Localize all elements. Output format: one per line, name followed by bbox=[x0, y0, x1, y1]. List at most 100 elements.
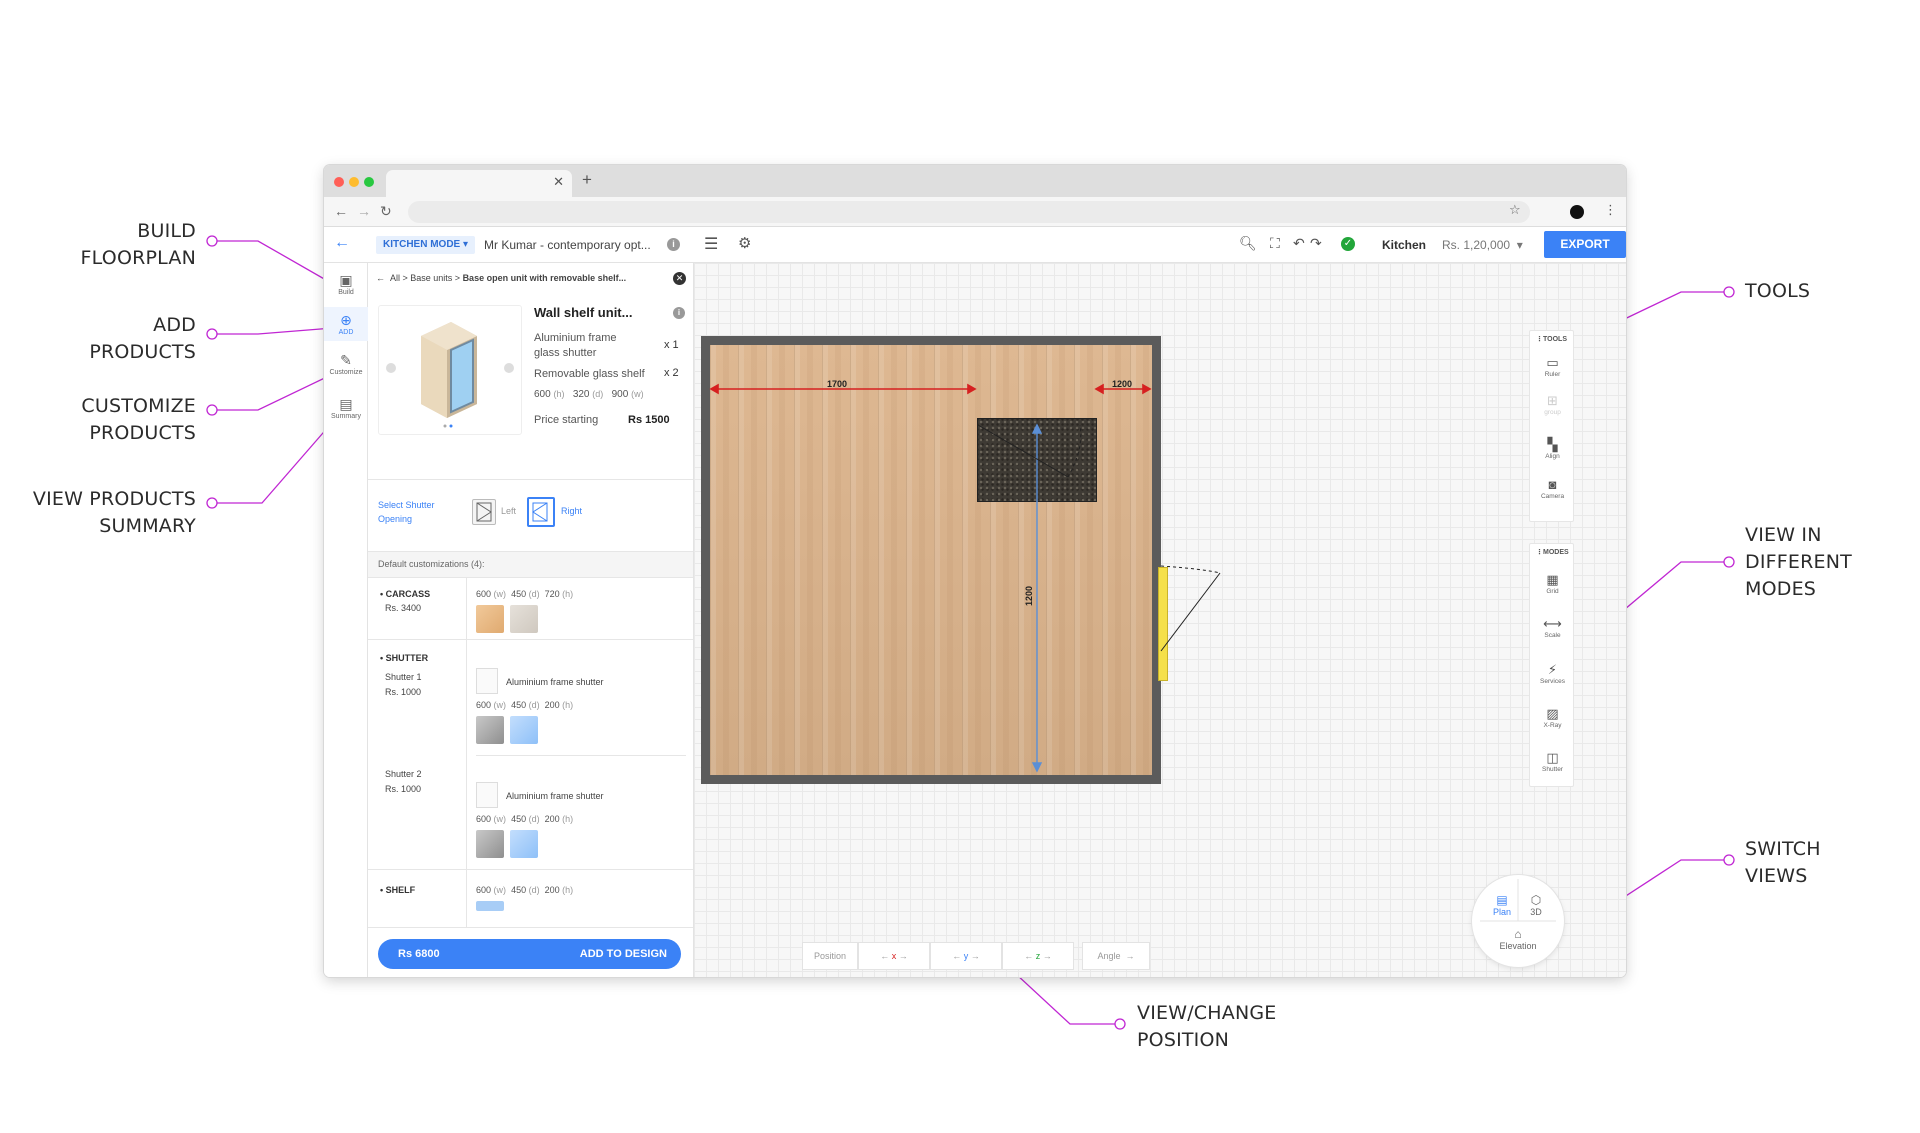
camera-icon: ◙ bbox=[1548, 477, 1557, 492]
tool-align[interactable]: ▚ Align bbox=[1530, 437, 1575, 460]
shutter-1-glass-swatch[interactable] bbox=[510, 716, 538, 744]
carcass-stone-swatch[interactable] bbox=[510, 605, 538, 633]
mode-services[interactable]: ⚡ Services bbox=[1530, 662, 1575, 685]
product-component-1: Aluminium frame glass shutter bbox=[534, 332, 617, 359]
close-window-button[interactable] bbox=[334, 177, 344, 187]
rail-summary[interactable]: ▤ Summary bbox=[324, 395, 368, 425]
browser-tab[interactable]: ✕ bbox=[386, 170, 572, 197]
view-plan[interactable]: ▤ Plan bbox=[1488, 893, 1516, 917]
house-icon: ⌂ bbox=[1514, 927, 1522, 941]
close-tab-icon[interactable]: ✕ bbox=[553, 174, 564, 190]
mode-grid[interactable]: ▦ Grid bbox=[1530, 572, 1575, 595]
shutter-title: • SHUTTER bbox=[380, 653, 429, 663]
reload-icon[interactable]: ↻ bbox=[380, 203, 392, 220]
rail-customize[interactable]: ✎ Customize bbox=[324, 351, 368, 381]
shutter-left-label[interactable]: Left bbox=[501, 504, 516, 518]
maximize-window-button[interactable] bbox=[364, 177, 374, 187]
divider bbox=[368, 869, 693, 870]
cabinet-illustration bbox=[386, 322, 514, 428]
app-header: ← KITCHEN MODE ▾ Mr Kumar - contemporary… bbox=[324, 227, 1626, 263]
redo-icon[interactable]: ↷ bbox=[1310, 235, 1322, 252]
position-y-field[interactable]: ← y → bbox=[930, 942, 1002, 970]
angle-field[interactable]: Angle → bbox=[1082, 942, 1150, 970]
product-info-icon[interactable]: i bbox=[673, 307, 685, 319]
position-bar: Position ← x → ← y → ← z → Angle → bbox=[802, 942, 1150, 970]
scale-icon: ⟷ bbox=[1543, 616, 1562, 631]
view-elevation[interactable]: ⌂ Elevation bbox=[1492, 927, 1544, 951]
export-button[interactable]: EXPORT bbox=[1544, 231, 1626, 258]
forward-arrow-icon[interactable]: → bbox=[357, 203, 371, 219]
tool-group[interactable]: ⊞ group bbox=[1530, 393, 1575, 416]
left-rail: ▣ Build ⊕ ADD ✎ Customize ▤ Summary bbox=[324, 263, 368, 977]
url-input[interactable] bbox=[408, 201, 1530, 223]
view-3d[interactable]: ⬡ 3D bbox=[1522, 893, 1550, 917]
shutter-right-label[interactable]: Right bbox=[561, 504, 582, 518]
app-back-arrow-icon[interactable]: ← bbox=[334, 234, 350, 252]
room-name: Kitchen bbox=[1382, 238, 1427, 252]
mode-shutter[interactable]: ◫ Shutter bbox=[1530, 750, 1575, 773]
breadcrumb: ← All > Base units > Base open unit with… bbox=[376, 273, 627, 283]
divider bbox=[466, 639, 467, 929]
product-name: Wall shelf unit... bbox=[534, 305, 633, 320]
bookmark-star-icon[interactable]: ☆ bbox=[1509, 202, 1521, 218]
new-tab-icon[interactable]: + bbox=[582, 170, 592, 190]
project-name: Mr Kumar - contemporary opt... bbox=[484, 238, 651, 252]
modes-title: ⋮MODES bbox=[1536, 549, 1569, 556]
carcass-price: Rs. 3400 bbox=[385, 603, 422, 613]
settings-gear-icon[interactable]: ⚙ bbox=[738, 234, 751, 252]
position-z-field[interactable]: ← z → bbox=[1002, 942, 1074, 970]
mode-scale[interactable]: ⟷ Scale bbox=[1530, 616, 1575, 639]
carcass-wood-swatch[interactable] bbox=[476, 605, 504, 633]
tab-bar: ✕ + bbox=[324, 165, 1626, 197]
position-label: Position bbox=[802, 942, 858, 970]
carcass-title: • CARCASS bbox=[380, 589, 431, 599]
shutter-opening-label: Select Shutter Opening bbox=[378, 500, 435, 524]
dimension-label-vertical: 1200 bbox=[1024, 585, 1035, 607]
shutter-1-grey-swatch[interactable] bbox=[476, 716, 504, 744]
callout-build-floorplan: BUILD FLOORPLAN bbox=[80, 220, 196, 269]
zoom-icon[interactable]: 🔍︎ bbox=[1239, 235, 1257, 252]
align-icon: ▚ bbox=[1547, 437, 1558, 452]
position-x-field[interactable]: ← x → bbox=[858, 942, 930, 970]
undo-icon[interactable]: ↶ bbox=[1293, 235, 1305, 252]
menu-icon[interactable]: ☰ bbox=[704, 234, 718, 254]
divider bbox=[466, 577, 467, 639]
summary-icon: ▤ bbox=[339, 396, 353, 412]
tool-camera[interactable]: ◙ Camera bbox=[1530, 477, 1575, 500]
tools-toolbar: ⋮TOOLS ▭ Ruler ⊞ group ▚ Align ◙ Camera bbox=[1529, 330, 1574, 522]
back-arrow-icon[interactable]: ← bbox=[334, 203, 348, 219]
shutter-2-dimensions: 600 (w) 450 (d) 200 (h) bbox=[476, 814, 574, 824]
shelf-dimensions: 600 (w) 450 (d) 200 (h) bbox=[476, 885, 574, 895]
shutter-2-grey-swatch[interactable] bbox=[476, 830, 504, 858]
product-image-carousel[interactable] bbox=[378, 305, 522, 435]
add-to-design-button[interactable]: Rs 6800 ADD TO DESIGN bbox=[378, 939, 681, 969]
add-product-icon: ⊕ bbox=[340, 312, 352, 328]
mode-xray[interactable]: ▨ X-Ray bbox=[1530, 706, 1575, 729]
customize-icon: ✎ bbox=[340, 352, 352, 368]
tool-ruler[interactable]: ▭ Ruler bbox=[1530, 355, 1575, 378]
minimize-window-button[interactable] bbox=[349, 177, 359, 187]
room-price-dropdown[interactable]: Rs. 1,20,000 ▾ bbox=[1442, 236, 1523, 254]
ruler-icon: ▭ bbox=[1546, 355, 1559, 370]
profile-avatar[interactable] bbox=[1570, 205, 1584, 219]
door-right-icon bbox=[532, 502, 548, 522]
close-product-icon[interactable]: ✕ bbox=[673, 272, 686, 285]
plan-canvas[interactable]: 1700 1200 1200 bbox=[694, 263, 1626, 977]
rail-build[interactable]: ▣ Build bbox=[324, 271, 368, 301]
shutter-right-option[interactable] bbox=[527, 497, 555, 527]
shelf-glass-swatch[interactable] bbox=[476, 901, 504, 911]
shutter-left-option[interactable] bbox=[472, 499, 496, 525]
default-customizations-bar: Default customizations (4): bbox=[368, 551, 693, 577]
project-info-icon[interactable]: i bbox=[667, 238, 680, 251]
callout-tools: TOOLS bbox=[1745, 280, 1811, 302]
divider bbox=[368, 479, 693, 480]
rail-add[interactable]: ⊕ ADD bbox=[324, 307, 368, 341]
shutter-2-glass-swatch[interactable] bbox=[510, 830, 538, 858]
divider bbox=[368, 639, 693, 640]
callout-modes: VIEW IN DIFFERENT MODES bbox=[1745, 524, 1852, 600]
mode-dropdown[interactable]: KITCHEN MODE ▾ bbox=[376, 236, 476, 254]
fullscreen-icon[interactable]: ⛶ bbox=[1270, 235, 1280, 252]
total-price: Rs 6800 bbox=[398, 948, 440, 960]
browser-menu-icon[interactable]: ⋮ bbox=[1604, 202, 1617, 218]
grid-icon: ▦ bbox=[1546, 572, 1559, 587]
